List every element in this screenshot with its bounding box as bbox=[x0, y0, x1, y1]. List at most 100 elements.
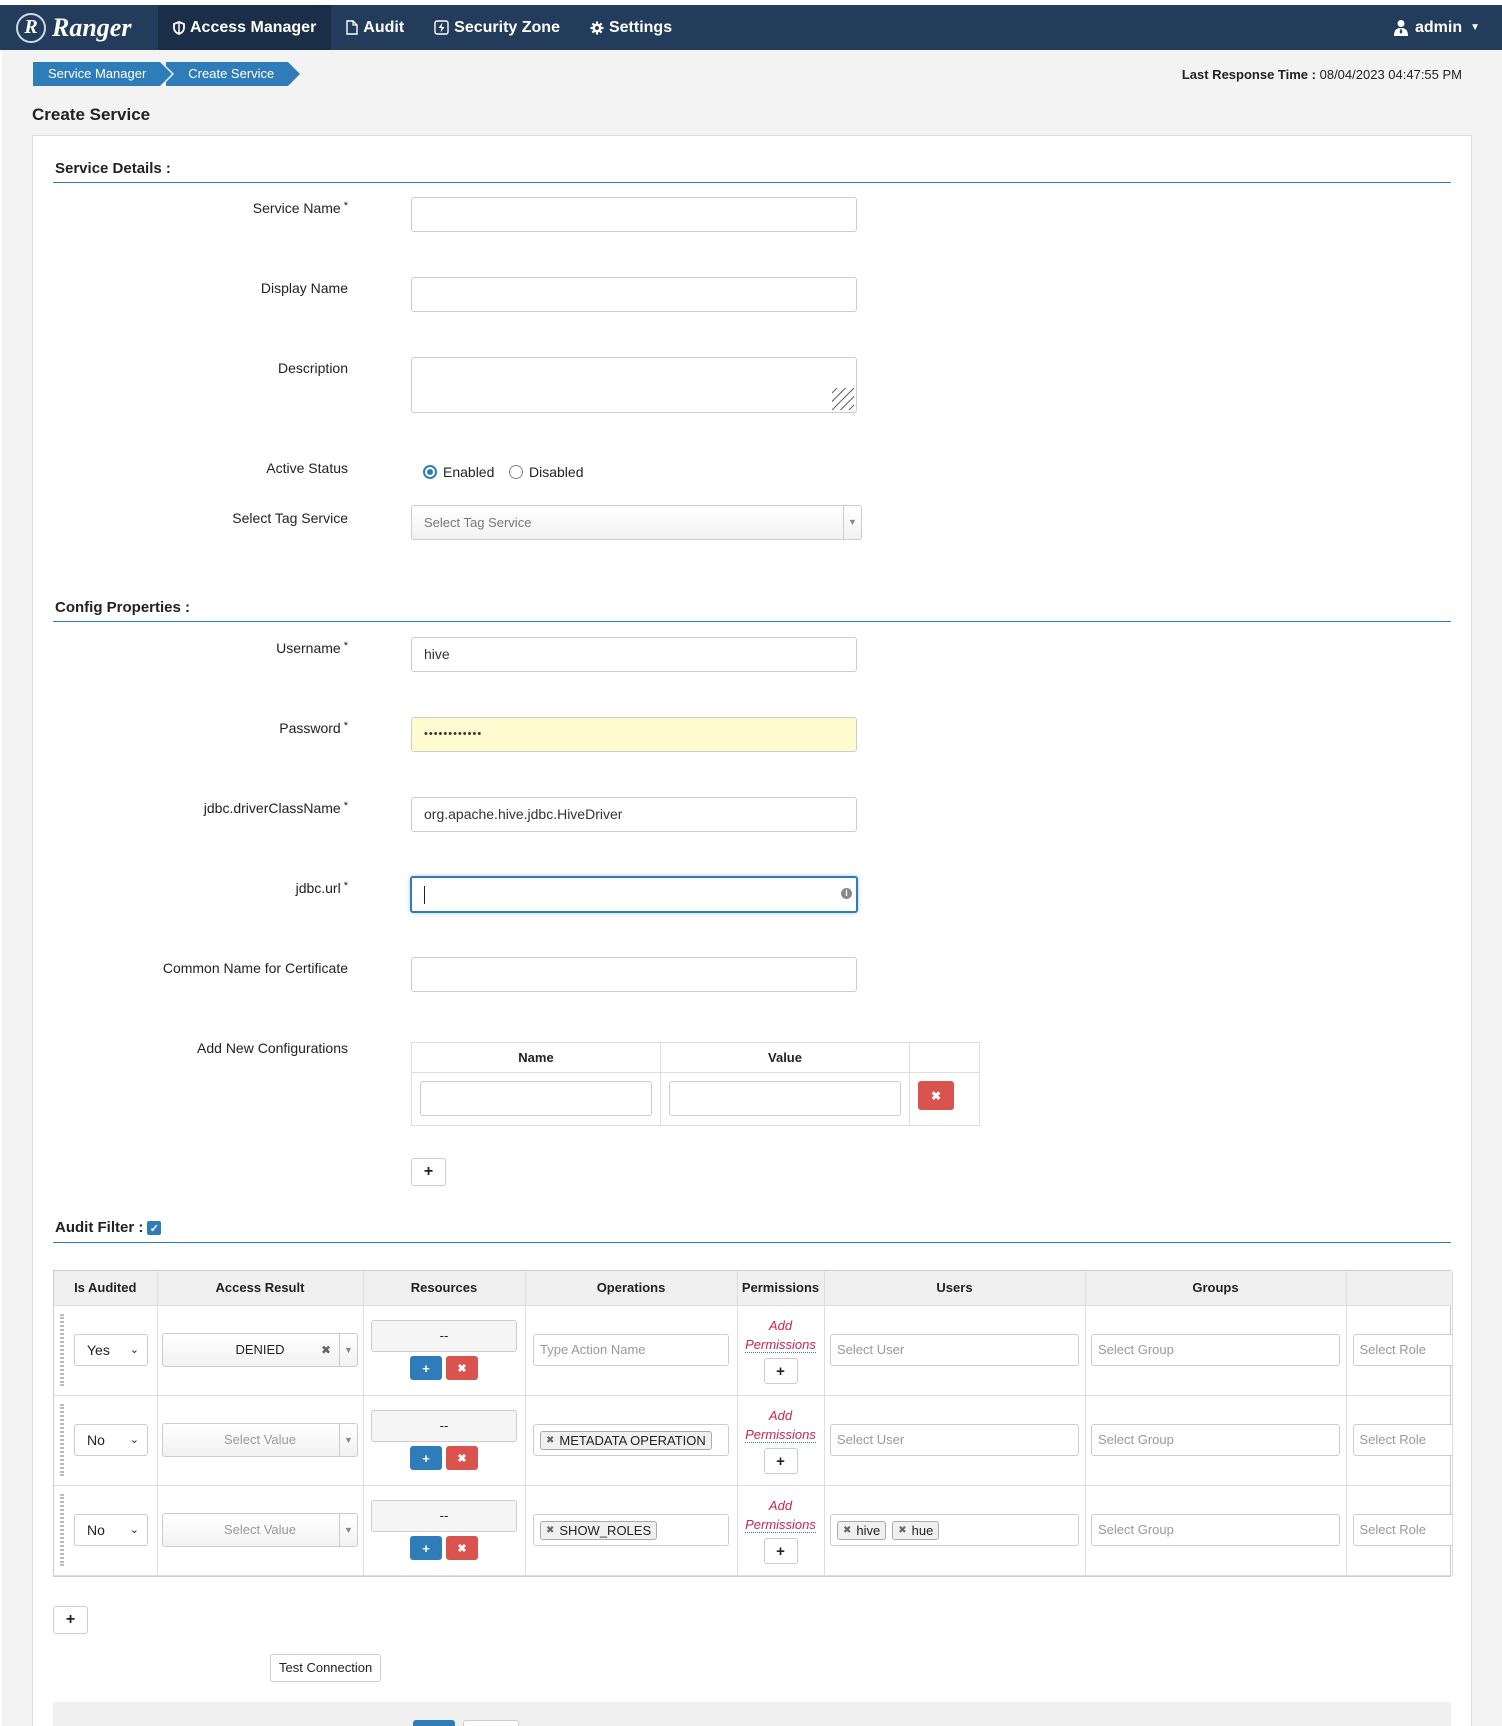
service-name-input[interactable] bbox=[411, 197, 857, 232]
user-tag-label: hive bbox=[856, 1522, 881, 1538]
jdbc-driver-input[interactable]: org.apache.hive.jdbc.HiveDriver bbox=[411, 797, 857, 832]
operations-input[interactable]: Type Action Name bbox=[533, 1334, 729, 1366]
remove-tag-icon[interactable]: ✖ bbox=[898, 1525, 906, 1536]
page-title: Create Service bbox=[32, 105, 151, 124]
users-input[interactable]: Select User bbox=[830, 1424, 1079, 1456]
brand[interactable]: R Ranger bbox=[0, 5, 158, 50]
user-menu[interactable]: admin ▼ bbox=[1393, 19, 1480, 37]
access-result-cell: Select Value ▼ bbox=[157, 1485, 364, 1576]
add-permission-button[interactable]: + bbox=[763, 1538, 798, 1564]
jdbc-driver-label: jdbc.driverClassName * bbox=[33, 800, 348, 816]
top-navbar: R Ranger Access Manager Audit Security Z… bbox=[0, 5, 1502, 50]
cancel-button[interactable] bbox=[463, 1720, 519, 1726]
clear-icon[interactable]: ✖ bbox=[321, 1334, 331, 1366]
access-result-cell: DENIED ✖ ▼ bbox=[157, 1305, 364, 1396]
add-permissions-text: Add bbox=[768, 1498, 793, 1513]
add-permission-button[interactable]: + bbox=[763, 1358, 798, 1384]
tag-service-placeholder: Select Tag Service bbox=[424, 515, 532, 530]
drag-handle[interactable] bbox=[60, 1313, 64, 1386]
is-audited-cell: Yes ⌄ bbox=[54, 1305, 158, 1396]
add-permissions-link[interactable]: Add Permissions bbox=[738, 1316, 824, 1354]
remove-tag-icon[interactable]: ✖ bbox=[546, 1435, 554, 1446]
nav-settings[interactable]: Settings bbox=[575, 5, 687, 50]
remove-resource-button[interactable]: ✖ bbox=[446, 1536, 478, 1560]
logo-letter: R bbox=[24, 16, 38, 38]
description-label: Description bbox=[277, 360, 348, 376]
last-response-value: 08/04/2023 04:47:55 PM bbox=[1319, 67, 1462, 82]
users-input[interactable]: Select User bbox=[830, 1334, 1079, 1366]
drag-handle[interactable] bbox=[60, 1493, 64, 1566]
add-resource-button[interactable]: + bbox=[410, 1536, 442, 1560]
add-permissions-link[interactable]: Add Permissions bbox=[738, 1406, 824, 1444]
add-resource-button[interactable]: + bbox=[410, 1446, 442, 1470]
radio-disabled[interactable]: Disabled bbox=[509, 464, 583, 480]
roles-input[interactable]: Select Role bbox=[1352, 1334, 1451, 1366]
remove-resource-button[interactable]: ✖ bbox=[446, 1356, 478, 1380]
groups-input[interactable]: Select Group bbox=[1091, 1424, 1340, 1456]
drag-handle[interactable] bbox=[60, 1403, 64, 1476]
resources-cell: -- + ✖ bbox=[363, 1485, 526, 1576]
audit-filter-checkbox[interactable]: ✓ bbox=[147, 1221, 162, 1236]
operations-input[interactable]: ✖ SHOW_ROLES bbox=[533, 1514, 729, 1546]
common-name-input[interactable] bbox=[411, 957, 857, 992]
nav-access-manager[interactable]: Access Manager bbox=[158, 5, 332, 50]
access-result-select[interactable]: Select Value ▼ bbox=[162, 1513, 358, 1547]
is-audited-select[interactable]: Yes ⌄ bbox=[74, 1334, 148, 1366]
access-result-select[interactable]: DENIED ✖ ▼ bbox=[162, 1333, 358, 1367]
nav-audit[interactable]: Audit bbox=[331, 5, 419, 50]
user-tag: ✖ hive bbox=[837, 1520, 887, 1540]
groups-input[interactable]: Select Group bbox=[1091, 1514, 1340, 1546]
roles-input[interactable]: Select Role bbox=[1352, 1514, 1451, 1546]
delete-config-button[interactable]: ✖ bbox=[918, 1081, 954, 1110]
remove-tag-icon[interactable]: ✖ bbox=[843, 1525, 851, 1536]
test-connection-button[interactable]: Test Connection bbox=[270, 1654, 382, 1682]
username-input[interactable]: hive bbox=[411, 637, 857, 672]
chevron-down-icon: ⌄ bbox=[129, 1524, 139, 1536]
save-button[interactable] bbox=[413, 1720, 455, 1726]
is-audited-cell: No ⌄ bbox=[54, 1485, 158, 1576]
resources-box[interactable]: -- bbox=[371, 1410, 517, 1442]
col-resources: Resources bbox=[363, 1271, 526, 1306]
access-result-value: Select Value bbox=[223, 1522, 297, 1537]
description-textarea[interactable] bbox=[411, 357, 857, 413]
config-value-input[interactable] bbox=[669, 1081, 901, 1116]
config-name-input[interactable] bbox=[420, 1081, 652, 1116]
remove-tag-icon[interactable]: ✖ bbox=[546, 1525, 554, 1536]
resize-handle-icon[interactable] bbox=[832, 388, 854, 410]
groups-input[interactable]: Select Group bbox=[1091, 1334, 1340, 1366]
section-divider bbox=[53, 621, 1451, 622]
radio-enabled-label: Enabled bbox=[443, 464, 495, 480]
permissions-cell: Add Permissions + bbox=[737, 1305, 825, 1396]
add-permissions-link[interactable]: Add Permissions bbox=[738, 1496, 824, 1534]
display-name-input[interactable] bbox=[411, 277, 857, 312]
chevron-down-icon: ▼ bbox=[339, 1334, 357, 1366]
add-permissions-text: Permissions bbox=[745, 1427, 816, 1443]
username-label-text: Username bbox=[276, 640, 341, 656]
remove-resource-button[interactable]: ✖ bbox=[446, 1446, 478, 1470]
ranger-logo-icon: R bbox=[16, 12, 46, 43]
roles-input[interactable]: Select Role bbox=[1352, 1424, 1451, 1456]
radio-disabled-label: Disabled bbox=[529, 464, 584, 480]
add-resource-button[interactable]: + bbox=[410, 1356, 442, 1380]
is-audited-select[interactable]: No ⌄ bbox=[74, 1424, 148, 1456]
access-result-select[interactable]: Select Value ▼ bbox=[162, 1423, 358, 1457]
breadcrumb-create-service[interactable]: Create Service bbox=[166, 62, 303, 86]
resources-box[interactable]: -- bbox=[371, 1320, 517, 1352]
groups-cell: Select Group bbox=[1085, 1305, 1347, 1396]
jdbc-url-input[interactable]: i bbox=[410, 876, 858, 913]
add-audit-row-button[interactable]: + bbox=[53, 1606, 88, 1634]
radio-enabled[interactable]: Enabled bbox=[423, 464, 494, 480]
info-icon[interactable]: i bbox=[841, 888, 852, 899]
operations-input[interactable]: ✖ METADATA OPERATION bbox=[533, 1424, 729, 1456]
is-audited-select[interactable]: No ⌄ bbox=[74, 1514, 148, 1546]
password-input[interactable]: •••••••••••• bbox=[411, 717, 857, 752]
add-config-button[interactable]: + bbox=[411, 1158, 446, 1186]
tag-service-select[interactable]: Select Tag Service ▼ bbox=[411, 505, 862, 540]
resources-box[interactable]: -- bbox=[371, 1500, 517, 1532]
users-input[interactable]: ✖ hive ✖ hue bbox=[830, 1514, 1079, 1546]
nav-security-zone[interactable]: Security Zone bbox=[419, 5, 575, 50]
add-permission-button[interactable]: + bbox=[763, 1448, 798, 1474]
breadcrumb-service-manager[interactable]: Service Manager bbox=[33, 62, 175, 86]
service-details-heading: Service Details : bbox=[55, 160, 171, 177]
nav-audit-label: Audit bbox=[363, 18, 405, 36]
